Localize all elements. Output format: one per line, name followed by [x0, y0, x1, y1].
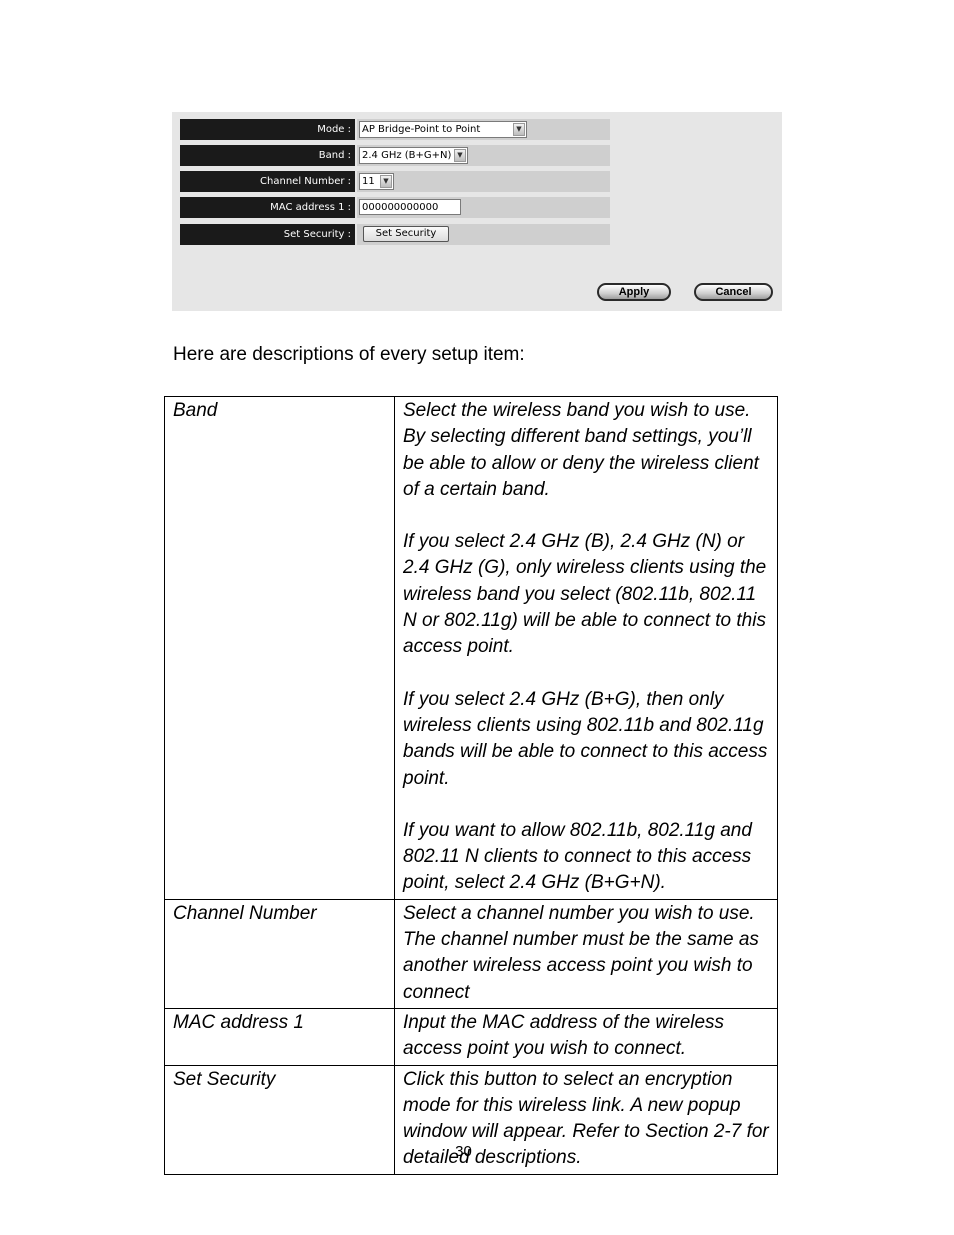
item-name: MAC address 1 [164, 1007, 395, 1066]
mac-address-input[interactable]: 000000000000 [359, 199, 461, 215]
channel-number-select[interactable]: 11 ▼ [359, 173, 394, 190]
set-security-row: Set Security : Set Security [180, 224, 610, 245]
description-paragraph: Input the MAC address of the wireless ac… [403, 1011, 725, 1060]
item-description: Select the wireless band you wish to use… [394, 396, 778, 900]
intro-text: Here are descriptions of every setup ite… [173, 344, 525, 365]
item-name: Band [164, 396, 395, 900]
router-settings-panel: Mode : AP Bridge-Point to Point ▼ Band :… [172, 112, 782, 311]
mode-label: Mode : [180, 119, 355, 140]
band-label: Band : [180, 145, 355, 166]
setup-items-table: Band Select the wireless band you wish t… [164, 396, 778, 1175]
item-description: Input the MAC address of the wireless ac… [394, 1007, 778, 1066]
channel-number-label: Channel Number : [180, 171, 355, 192]
band-row: Band : 2.4 GHz (B+G+N) ▼ [180, 145, 610, 166]
chevron-down-icon[interactable]: ▼ [513, 123, 525, 136]
mode-select-value: AP Bridge-Point to Point [362, 124, 481, 135]
band-select-value: 2.4 GHz (B+G+N) [362, 150, 452, 161]
description-paragraph: Select the wireless band you wish to use… [403, 400, 759, 500]
set-security-field-cell: Set Security [357, 224, 610, 245]
description-paragraph: If you want to allow 802.11b, 802.11g an… [403, 819, 752, 894]
mac-address-field-cell: 000000000000 [357, 197, 610, 218]
chevron-down-icon[interactable]: ▼ [454, 149, 466, 162]
cancel-button[interactable]: Cancel [694, 283, 773, 301]
mac-address-row: MAC address 1 : 000000000000 [180, 197, 610, 218]
set-security-button[interactable]: Set Security [363, 226, 449, 242]
band-select[interactable]: 2.4 GHz (B+G+N) ▼ [359, 147, 468, 164]
apply-button[interactable]: Apply [597, 283, 671, 301]
channel-number-field-cell: 11 ▼ [357, 171, 610, 192]
item-name: Channel Number [164, 898, 395, 1009]
table-row: MAC address 1 Input the MAC address of t… [164, 1007, 778, 1066]
chevron-down-icon[interactable]: ▼ [380, 175, 392, 188]
description-paragraph: If you select 2.4 GHz (B), 2.4 GHz (N) o… [403, 531, 767, 658]
mode-field-cell: AP Bridge-Point to Point ▼ [357, 119, 610, 140]
page-number: 30 [455, 1143, 472, 1160]
description-paragraph: Select a channel number you wish to use.… [403, 902, 759, 1003]
description-paragraph: If you select 2.4 GHz (B+G), then only w… [403, 688, 768, 789]
mac-address-label: MAC address 1 : [180, 197, 355, 218]
mode-row: Mode : AP Bridge-Point to Point ▼ [180, 119, 610, 140]
table-row: Channel Number Select a channel number y… [164, 898, 778, 1009]
set-security-label: Set Security : [180, 224, 355, 245]
item-description: Select a channel number you wish to use.… [394, 898, 778, 1009]
channel-number-row: Channel Number : 11 ▼ [180, 171, 610, 192]
table-row: Band Select the wireless band you wish t… [164, 396, 778, 900]
band-field-cell: 2.4 GHz (B+G+N) ▼ [357, 145, 610, 166]
mode-select[interactable]: AP Bridge-Point to Point ▼ [359, 121, 527, 138]
channel-number-select-value: 11 [362, 176, 375, 187]
